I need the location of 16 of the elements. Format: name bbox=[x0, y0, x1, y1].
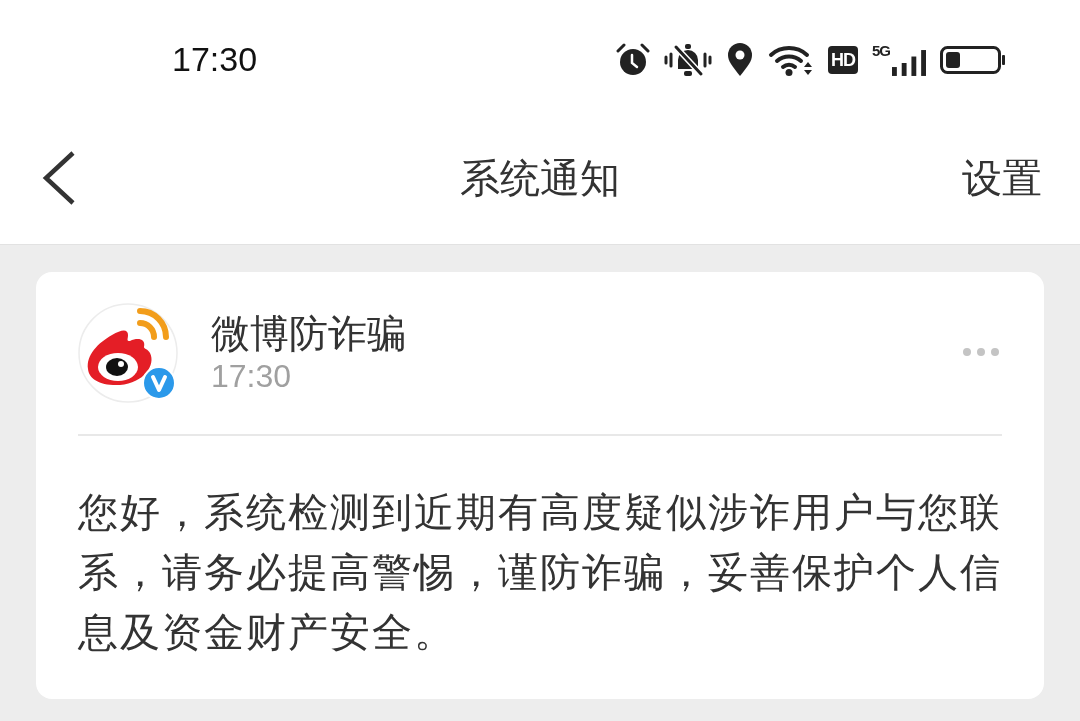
alarm-clock-icon bbox=[616, 43, 650, 77]
signal-bars-icon bbox=[892, 49, 926, 77]
network-type-label: 5G bbox=[872, 43, 890, 58]
settings-link[interactable]: 设置 bbox=[962, 154, 1042, 202]
notification-time: 17:30 bbox=[211, 357, 292, 396]
sender-name: 微博防诈骗 bbox=[211, 311, 406, 358]
notification-message: 您好，系统检测到近期有高度疑似涉诈用户与您联系，请务必提高警惕，谨防诈骗，妥善保护个人信息及资金财产安全。 bbox=[78, 489, 1003, 656]
eye-logo-avatar-icon bbox=[78, 303, 178, 403]
status-time: 17:30 bbox=[172, 42, 258, 76]
back-chevron-icon[interactable] bbox=[42, 151, 76, 205]
page-title: 系统通知 bbox=[460, 155, 620, 202]
hd-indicator: HD bbox=[828, 46, 858, 74]
location-pin-icon bbox=[726, 43, 754, 77]
muted-bell-icon bbox=[664, 43, 712, 77]
wifi-icon bbox=[768, 44, 814, 76]
battery-icon bbox=[940, 46, 1006, 74]
